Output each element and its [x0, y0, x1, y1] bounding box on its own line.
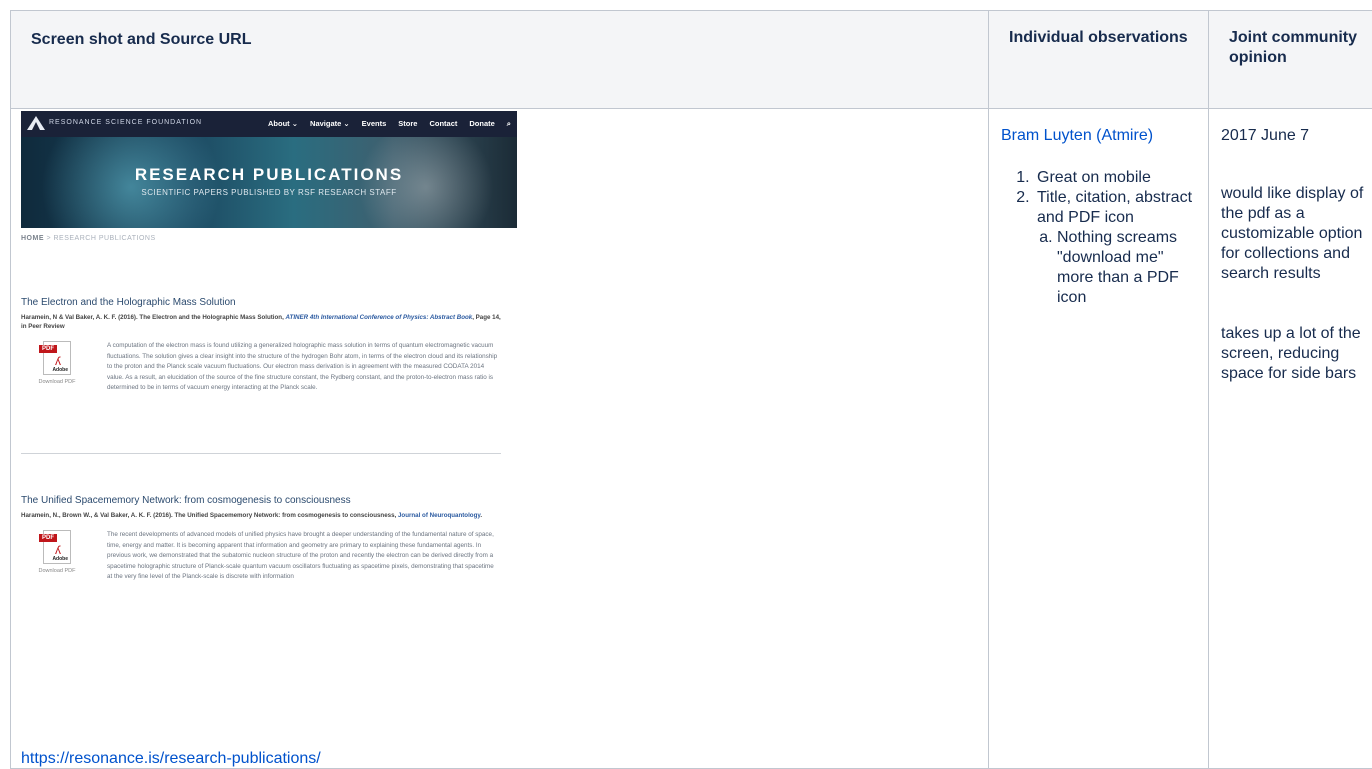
- observer-name-link[interactable]: Bram Luyten (Atmire): [1001, 126, 1200, 146]
- rsf-hero-subtitle: SCIENTIFIC PAPERS PUBLISHED BY RSF RESEA…: [21, 188, 517, 197]
- rsf-navbar: RESONANCE SCIENCE FOUNDATION About ⌄ Nav…: [21, 111, 517, 137]
- rsf-menu-store: Store: [398, 119, 417, 129]
- publication-abstract: A computation of the electron mass is fo…: [107, 341, 499, 394]
- opinion-paragraph: takes up a lot of the screen, reducing s…: [1221, 324, 1364, 384]
- pdf-icon: PDFʎAdobe Download PDF: [37, 530, 77, 574]
- opinion-cell: 2017 June 7 would like display of the pd…: [1209, 109, 1372, 769]
- publication-item: The Unified Spacememory Network: from co…: [21, 495, 501, 620]
- rsf-menu-events: Events: [362, 119, 387, 129]
- download-pdf-label: Download PDF: [37, 379, 77, 385]
- observations-list: Great on mobile Title, citation, abstrac…: [1001, 168, 1200, 308]
- list-item: Title, citation, abstract and PDF icon N…: [1034, 188, 1200, 308]
- rsf-menu-contact: Contact: [429, 119, 457, 129]
- opinion-paragraph: would like display of the pdf as a custo…: [1221, 184, 1364, 284]
- pdf-icon: PDFʎAdobe Download PDF: [37, 341, 77, 385]
- publication-title: The Electron and the Holographic Mass So…: [21, 297, 501, 308]
- publication-abstract: The recent developments of advanced mode…: [107, 530, 499, 600]
- publication-title: The Unified Spacememory Network: from co…: [21, 495, 501, 506]
- rsf-hero-title: RESEARCH PUBLICATIONS: [21, 165, 517, 185]
- rsf-logo-icon: [27, 116, 45, 130]
- rsf-menu: About ⌄ Navigate ⌄ Events Store Contact …: [268, 119, 511, 129]
- publication-citation: Haramein, N., Brown W., & Val Baker, A. …: [21, 511, 501, 520]
- rsf-breadcrumb: HOME > RESEARCH PUBLICATIONS: [21, 235, 156, 242]
- rsf-hero-banner: RESEARCH PUBLICATIONS SCIENTIFIC PAPERS …: [21, 137, 517, 228]
- publication-citation: Haramein, N & Val Baker, A. K. F. (2016)…: [21, 313, 501, 331]
- header-screenshot: Screen shot and Source URL: [11, 11, 989, 109]
- source-url-link[interactable]: https://resonance.is/research-publicatio…: [21, 749, 321, 769]
- rsf-menu-navigate: Navigate ⌄: [310, 119, 350, 129]
- publication-divider: [21, 453, 501, 454]
- screenshot-cell: RESONANCE SCIENCE FOUNDATION About ⌄ Nav…: [11, 109, 989, 769]
- observations-cell: Bram Luyten (Atmire) Great on mobile Tit…: [989, 109, 1209, 769]
- publication-item: The Electron and the Holographic Mass So…: [21, 297, 501, 431]
- rsf-menu-about: About ⌄: [268, 119, 298, 129]
- opinion-date: 2017 June 7: [1221, 126, 1364, 146]
- observations-sublist: Nothing screams "download me" more than …: [1037, 228, 1200, 308]
- header-observations: Individual observations: [989, 11, 1209, 109]
- comparison-table: Screen shot and Source URL Individual ob…: [10, 10, 1372, 769]
- list-item: Nothing screams "download me" more than …: [1057, 228, 1200, 308]
- list-item: Great on mobile: [1034, 168, 1200, 188]
- header-opinion: Joint community opinion: [1209, 11, 1372, 109]
- download-pdf-label: Download PDF: [37, 568, 77, 574]
- rsf-brand: RESONANCE SCIENCE FOUNDATION: [49, 119, 202, 126]
- rsf-menu-donate: Donate: [469, 119, 494, 129]
- rsf-search-icon: ⌕: [507, 119, 511, 129]
- embedded-screenshot: RESONANCE SCIENCE FOUNDATION About ⌄ Nav…: [21, 111, 517, 731]
